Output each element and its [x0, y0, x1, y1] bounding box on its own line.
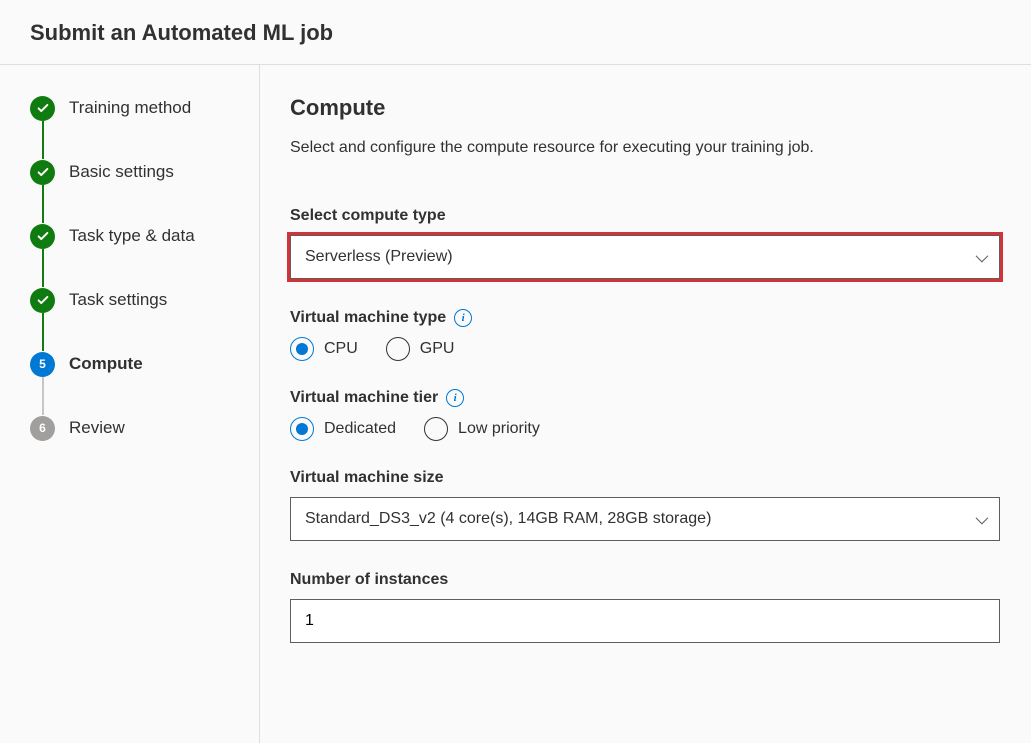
- page-title: Submit an Automated ML job: [30, 20, 1001, 46]
- radio-dedicated[interactable]: Dedicated: [290, 417, 396, 441]
- step-review[interactable]: 6 Review: [30, 415, 239, 441]
- vm-type-radio-group: CPU GPU: [290, 337, 1001, 361]
- radio-label: Dedicated: [324, 420, 396, 438]
- radio-label: GPU: [420, 340, 455, 358]
- current-step-icon: 5: [30, 352, 55, 377]
- radio-icon: [424, 417, 448, 441]
- radio-label: CPU: [324, 340, 358, 358]
- check-circle-icon: [30, 288, 55, 313]
- step-label: Training method: [69, 98, 191, 118]
- vm-size-label: Virtual machine size: [290, 469, 1001, 487]
- radio-icon: [386, 337, 410, 361]
- instances-label: Number of instances: [290, 571, 1001, 589]
- radio-cpu[interactable]: CPU: [290, 337, 358, 361]
- check-circle-icon: [30, 96, 55, 121]
- compute-type-dropdown[interactable]: Serverless (Preview): [290, 235, 1000, 279]
- info-icon[interactable]: i: [454, 309, 472, 327]
- check-circle-icon: [30, 224, 55, 249]
- radio-label: Low priority: [458, 420, 540, 438]
- step-task-settings[interactable]: Task settings: [30, 287, 239, 313]
- step-label: Review: [69, 418, 125, 438]
- info-icon[interactable]: i: [446, 389, 464, 407]
- radio-gpu[interactable]: GPU: [386, 337, 455, 361]
- step-basic-settings[interactable]: Basic settings: [30, 159, 239, 185]
- step-label: Basic settings: [69, 162, 174, 182]
- step-label: Task settings: [69, 290, 167, 310]
- vm-size-dropdown[interactable]: Standard_DS3_v2 (4 core(s), 14GB RAM, 28…: [290, 497, 1000, 541]
- section-description: Select and configure the compute resourc…: [290, 139, 1001, 157]
- step-task-type-data[interactable]: Task type & data: [30, 223, 239, 249]
- pending-step-icon: 6: [30, 416, 55, 441]
- step-compute[interactable]: 5 Compute: [30, 351, 239, 377]
- step-label: Compute: [69, 354, 143, 374]
- wizard-steps-sidebar: Training method Basic settings Task type…: [0, 65, 260, 743]
- step-label: Task type & data: [69, 226, 195, 246]
- compute-type-label: Select compute type: [290, 207, 1001, 225]
- section-title: Compute: [290, 95, 1001, 121]
- chevron-down-icon: [976, 249, 989, 262]
- radio-low-priority[interactable]: Low priority: [424, 417, 540, 441]
- vm-tier-label: Virtual machine tier: [290, 389, 438, 407]
- compute-type-value: Serverless (Preview): [305, 248, 453, 266]
- main-content: Compute Select and configure the compute…: [260, 65, 1031, 743]
- vm-tier-radio-group: Dedicated Low priority: [290, 417, 1001, 441]
- radio-icon-selected: [290, 417, 314, 441]
- chevron-down-icon: [976, 511, 989, 524]
- vm-size-value: Standard_DS3_v2 (4 core(s), 14GB RAM, 28…: [305, 510, 711, 528]
- vm-type-label: Virtual machine type: [290, 309, 446, 327]
- radio-icon-selected: [290, 337, 314, 361]
- step-training-method[interactable]: Training method: [30, 95, 239, 121]
- check-circle-icon: [30, 160, 55, 185]
- instances-input[interactable]: [290, 599, 1000, 643]
